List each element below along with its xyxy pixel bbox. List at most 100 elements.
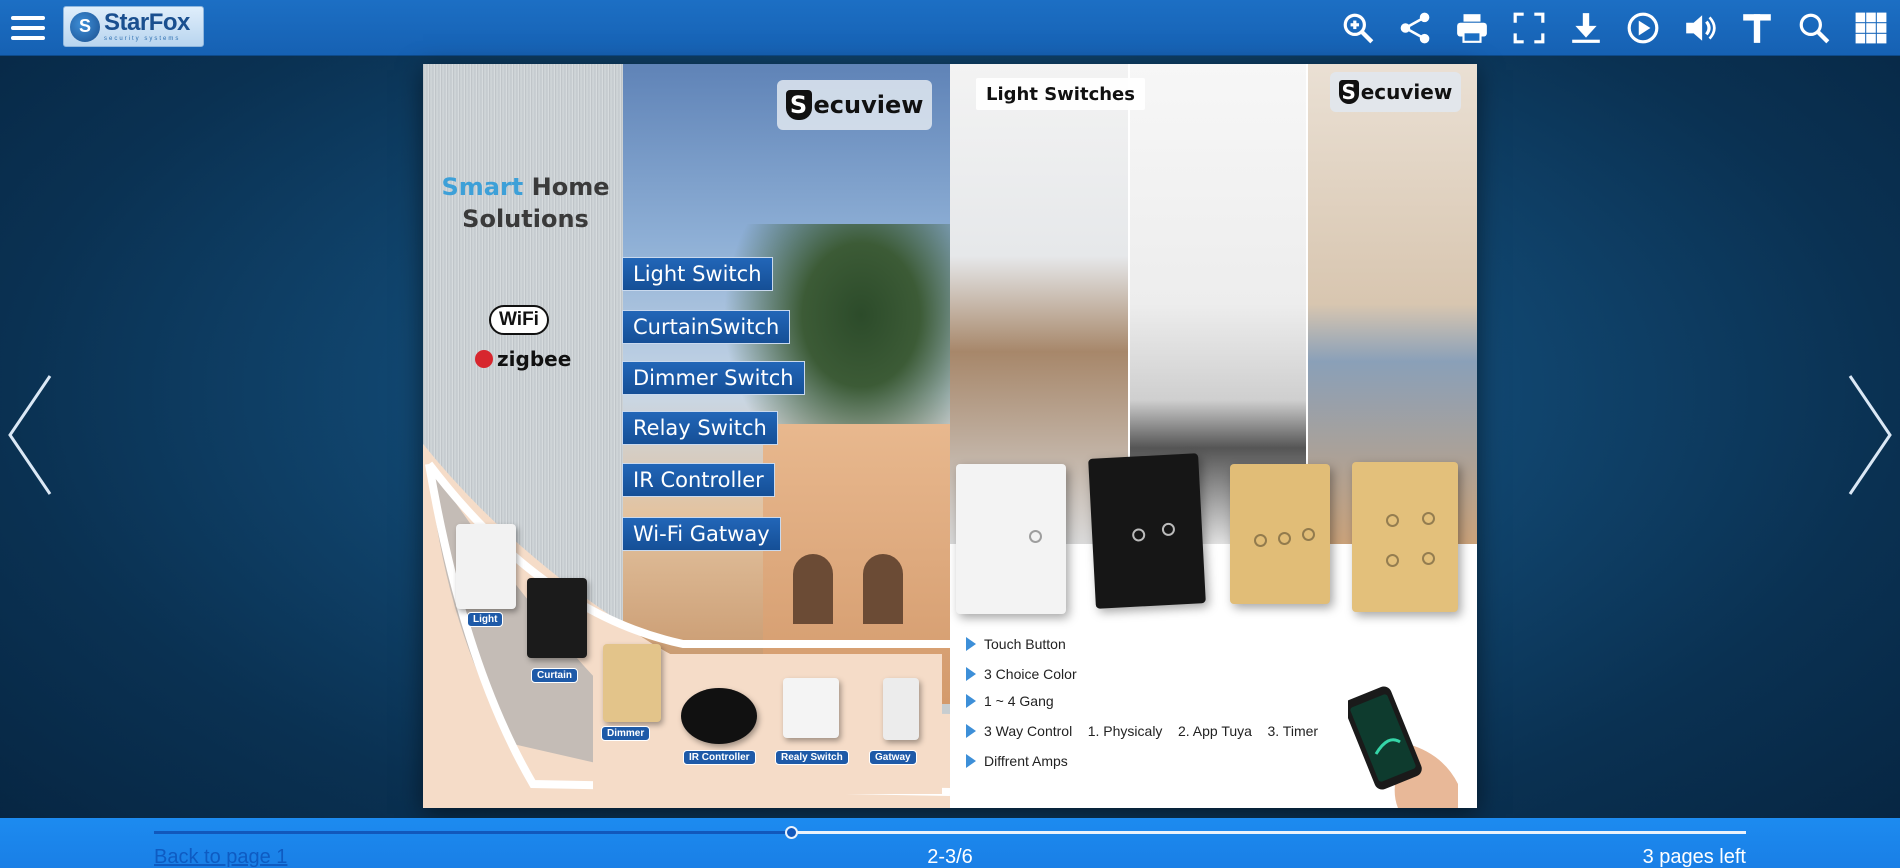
dimmer-switch-product: [603, 644, 661, 722]
zoom-in-button[interactable]: [1336, 6, 1379, 50]
secuview-logo: Secuview: [777, 80, 932, 130]
page-left[interactable]: Secuview Smart Home Solutions WiFi zigbe…: [423, 64, 950, 808]
download-icon: [1571, 13, 1600, 43]
search-icon: [1799, 13, 1829, 44]
headline-word: Home: [523, 173, 610, 201]
spec-item: Diffrent Amps: [966, 753, 1068, 769]
secuview-logo-text: ecuview: [1360, 80, 1453, 104]
text-button[interactable]: [1735, 6, 1778, 50]
arrow-bullet-icon: [966, 694, 976, 708]
spec-text: 3 Way Control 1. Physicaly 2. App Tuya 3…: [984, 723, 1319, 739]
gold-four-gang-switch-image: [1352, 462, 1458, 612]
grid-icon: [1855, 12, 1886, 44]
zoom-in-icon: [1343, 13, 1373, 44]
spec-text: Diffrent Amps: [984, 753, 1068, 769]
arrow-bullet-icon: [966, 637, 976, 651]
feature-light-switch: Light Switch: [622, 257, 773, 291]
touch-button-dot: [1029, 530, 1042, 543]
secuview-logo-mark: S: [785, 90, 812, 120]
next-page-button[interactable]: [1844, 372, 1894, 498]
menu-line: [11, 36, 45, 40]
touch-button-dot: [1254, 534, 1267, 547]
menu-icon[interactable]: [8, 10, 48, 46]
touch-button-dot: [1278, 532, 1291, 545]
product-label-ir-controller: IR Controller: [683, 750, 756, 765]
page-right[interactable]: Light Switches Secuview Touch Button 3 C…: [950, 64, 1477, 808]
touch-button-dot: [1386, 514, 1399, 527]
slider-fill: [154, 831, 791, 834]
fullscreen-icon: [1513, 12, 1544, 44]
ir-controller-product: [681, 688, 757, 744]
white-switch-image: [956, 464, 1066, 614]
gateway-product: [883, 678, 919, 740]
arrow-bullet-icon: [966, 754, 976, 768]
share-button[interactable]: [1393, 6, 1436, 50]
product-label-light: Light: [467, 612, 504, 627]
touch-button-dot: [1422, 512, 1435, 525]
thumbnails-button[interactable]: [1849, 6, 1892, 50]
product-label-relay-switch: Realy Switch: [775, 750, 849, 765]
headline: Smart Home Solutions: [423, 171, 628, 235]
feature-curtain-switch: CurtainSwitch: [622, 310, 791, 344]
autoplay-button[interactable]: [1621, 6, 1664, 50]
headline-accent: Smart: [441, 173, 524, 201]
touch-button-dot: [1161, 522, 1176, 537]
touch-button-dot: [1302, 528, 1315, 541]
bottom-bar: Back to page 1 2-3/6 3 pages left: [0, 818, 1900, 868]
feature-dimmer-switch: Dimmer Switch: [622, 361, 805, 395]
secuview-logo-mark: S: [1338, 80, 1359, 104]
headline-line2: Solutions: [462, 205, 589, 233]
top-toolbar: S StarFox security systems: [0, 0, 1900, 56]
touch-button-dot: [1422, 552, 1435, 565]
spec-item: 3 Way Control 1. Physicaly 2. App Tuya 3…: [966, 723, 1318, 739]
sound-button[interactable]: [1678, 6, 1721, 50]
menu-line: [11, 16, 45, 20]
chevron-right-icon: [1848, 375, 1892, 495]
print-button[interactable]: [1450, 6, 1493, 50]
pages-left-text: 3 pages left: [1642, 846, 1746, 868]
fullscreen-button[interactable]: [1507, 6, 1550, 50]
starfox-logo-icon: S: [70, 11, 100, 42]
slider-handle[interactable]: [784, 826, 798, 839]
smartphone-hand-image: [1348, 686, 1458, 808]
relay-switch-product: [783, 678, 839, 738]
feature-relay-switch: Relay Switch: [622, 411, 778, 445]
product-label-dimmer: Dimmer: [601, 726, 651, 741]
menu-line: [11, 26, 45, 30]
spec-item: 1 ~ 4 Gang: [966, 693, 1054, 709]
page-slider[interactable]: [154, 826, 1746, 839]
flipbook-spread: Secuview Smart Home Solutions WiFi zigbe…: [423, 64, 1477, 808]
zigbee-icon: [475, 350, 493, 368]
download-button[interactable]: [1564, 6, 1607, 50]
touch-button-dot: [1386, 554, 1399, 567]
product-label-curtain: Curtain: [531, 668, 578, 683]
gold-switch-image: [1230, 464, 1330, 604]
search-button[interactable]: [1792, 6, 1835, 50]
light-switch-product: [456, 524, 516, 609]
zigbee-logo: zigbee: [475, 347, 571, 371]
spec-text: 1 ~ 4 Gang: [984, 693, 1054, 709]
wifi-logo: WiFi: [489, 305, 549, 335]
spec-item: Touch Button: [966, 636, 1066, 652]
chevron-left-icon: [8, 375, 52, 495]
previous-page-button[interactable]: [6, 372, 56, 498]
text-icon: [1742, 14, 1771, 43]
page-indicator: 2-3/6: [927, 846, 973, 868]
secuview-logo-text: ecuview: [813, 91, 924, 119]
zigbee-text: zigbee: [497, 347, 572, 371]
print-icon: [1456, 14, 1487, 43]
share-icon: [1400, 12, 1429, 44]
secuview-logo: Secuview: [1330, 72, 1461, 112]
brand-tagline: security systems: [104, 36, 181, 42]
arrow-bullet-icon: [966, 667, 976, 681]
brand-logo[interactable]: S StarFox security systems: [63, 6, 204, 47]
spec-item: 3 Choice Color: [966, 666, 1077, 682]
touch-button-dot: [1131, 528, 1146, 542]
product-label-gateway: Gatway: [869, 750, 917, 765]
page-title: Light Switches: [976, 78, 1145, 110]
spec-text: 3 Choice Color: [984, 666, 1077, 682]
volume-icon: [1685, 15, 1716, 41]
black-switch-image: [1088, 453, 1206, 609]
arrow-bullet-icon: [966, 724, 976, 738]
back-to-first-page-link[interactable]: Back to page 1: [154, 846, 287, 868]
